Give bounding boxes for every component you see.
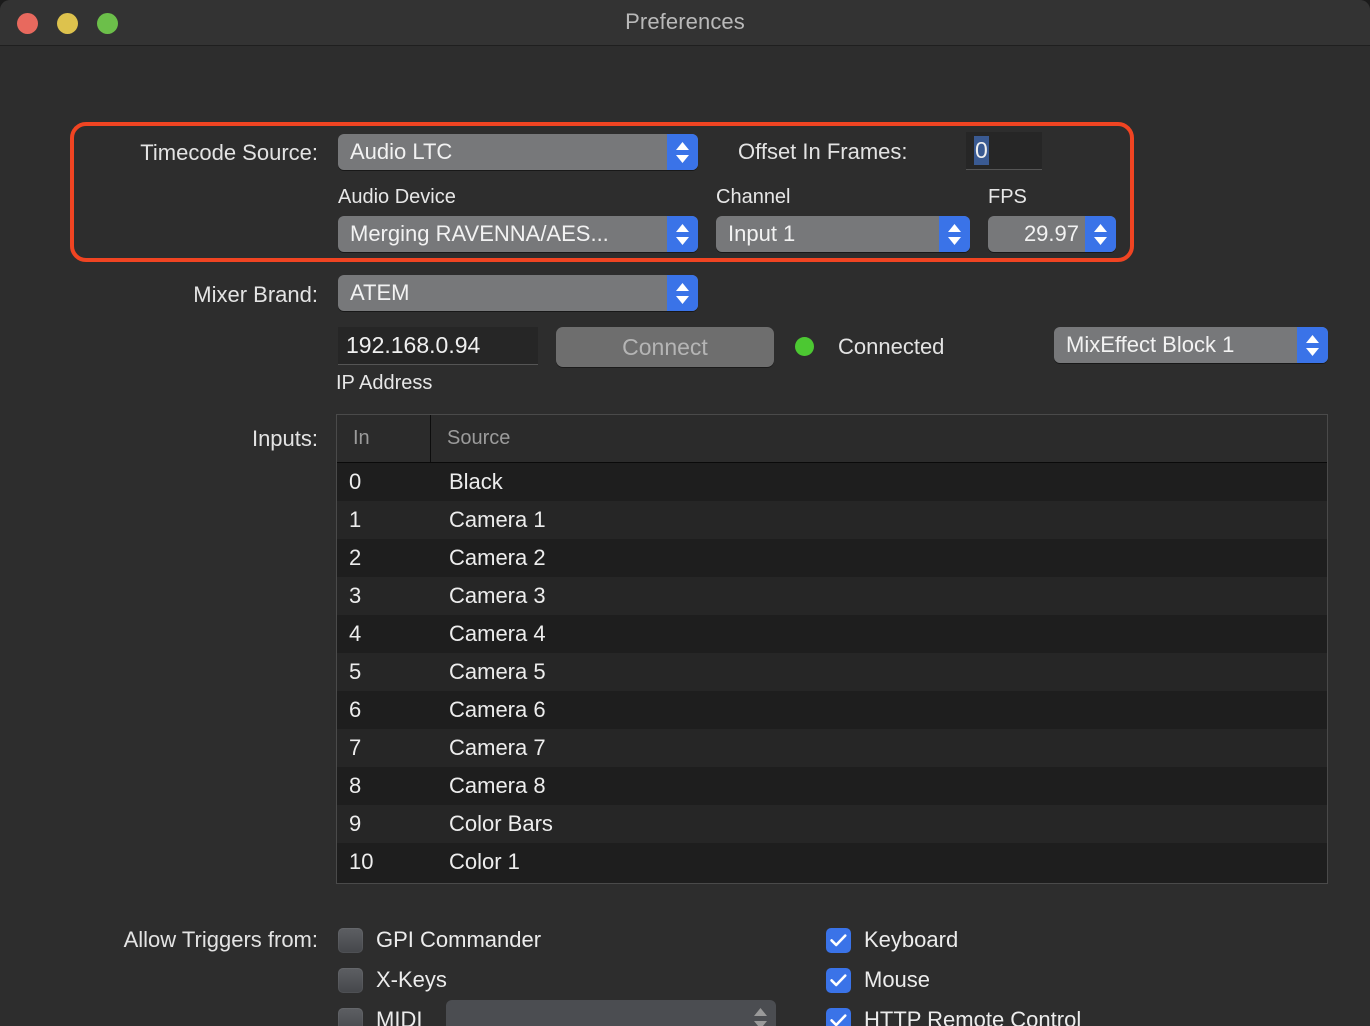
checkbox-row-http-remote-control[interactable]: HTTP Remote Control bbox=[826, 1007, 1081, 1026]
checkbox-label-mouse: Mouse bbox=[864, 967, 931, 992]
checkbox-checked-icon[interactable] bbox=[826, 967, 851, 993]
mixeffect-block-value: MixEffect Block 1 bbox=[1066, 332, 1235, 357]
table-row[interactable]: 0 Black bbox=[337, 463, 1327, 501]
inputs-table-header: In Source bbox=[337, 415, 1327, 463]
table-row[interactable]: 1 Camera 1 bbox=[337, 501, 1327, 539]
input-number: 9 bbox=[349, 811, 362, 836]
channel-select[interactable]: Input 1 bbox=[716, 216, 970, 252]
ip-address-value: 192.168.0.94 bbox=[346, 332, 481, 358]
mixer-brand-select[interactable]: ATEM bbox=[338, 275, 698, 311]
input-number: 2 bbox=[349, 545, 362, 570]
input-source-name: Camera 4 bbox=[449, 621, 546, 646]
mixeffect-block-select[interactable]: MixEffect Block 1 bbox=[1054, 327, 1328, 363]
connect-button[interactable]: Connect bbox=[556, 327, 774, 367]
window-titlebar: Preferences bbox=[0, 0, 1370, 46]
inputs-table[interactable]: In Source 0 Black 1 Camera 1 2 Camera 2 3 Camer… bbox=[336, 414, 1328, 884]
channel-value: Input 1 bbox=[728, 221, 796, 246]
checkbox-unchecked-icon[interactable] bbox=[338, 927, 363, 953]
timecode-source-value: Audio LTC bbox=[350, 139, 453, 164]
chevron-up-down-icon bbox=[1297, 327, 1328, 363]
table-row[interactable]: 4 Camera 4 bbox=[337, 615, 1327, 653]
checkbox-unchecked-icon[interactable] bbox=[338, 967, 363, 993]
chevron-up-down-icon bbox=[667, 275, 698, 311]
allow-triggers-label: Allow Triggers from: bbox=[123, 927, 318, 952]
table-row[interactable]: 8 Camera 8 bbox=[337, 767, 1327, 805]
fps-label: FPS bbox=[988, 186, 1027, 208]
input-source-name: Color Bars bbox=[449, 811, 553, 836]
audio-device-label: Audio Device bbox=[338, 186, 456, 208]
checkbox-label-midi: MIDI bbox=[376, 1007, 423, 1026]
table-row[interactable]: 7 Camera 7 bbox=[337, 729, 1327, 767]
input-number: 4 bbox=[349, 621, 362, 646]
checkbox-label-gpi-commander: GPI Commander bbox=[376, 927, 542, 952]
checkbox-row-gpi-commander[interactable]: GPI Commander bbox=[338, 927, 541, 953]
table-row[interactable]: 3 Camera 3 bbox=[337, 577, 1327, 615]
input-number: 8 bbox=[349, 773, 362, 798]
audio-device-select[interactable]: Merging RAVENNA/AES... bbox=[338, 216, 698, 252]
connection-status-indicator bbox=[795, 337, 814, 356]
window-title: Preferences bbox=[625, 9, 745, 34]
table-row[interactable]: 10 Color 1 bbox=[337, 843, 1327, 881]
midi-device-select[interactable] bbox=[446, 1000, 776, 1026]
chevron-up-down-icon bbox=[1085, 216, 1116, 252]
offset-in-frames-input[interactable]: 0 bbox=[966, 132, 1042, 170]
input-source-name: Black bbox=[449, 469, 503, 494]
inputs-table-body: 0 Black 1 Camera 1 2 Camera 2 3 Camera 3 4 Camera… bbox=[337, 463, 1327, 881]
audio-device-value: Merging RAVENNA/AES... bbox=[350, 221, 609, 246]
checkbox-unchecked-icon[interactable] bbox=[338, 1007, 363, 1026]
checkbox-checked-icon[interactable] bbox=[826, 927, 851, 953]
table-row[interactable]: 9 Color Bars bbox=[337, 805, 1327, 843]
input-number: 7 bbox=[349, 735, 362, 760]
fps-select[interactable]: 29.97 bbox=[988, 216, 1116, 252]
input-source-name: Camera 8 bbox=[449, 773, 546, 798]
inputs-label: Inputs: bbox=[251, 426, 318, 451]
checkbox-checked-icon[interactable] bbox=[826, 1007, 851, 1026]
checkbox-label-keyboard: Keyboard bbox=[864, 927, 959, 952]
chevron-up-down-icon bbox=[667, 216, 698, 252]
offset-in-frames-value: 0 bbox=[974, 136, 989, 165]
input-number: 1 bbox=[349, 507, 362, 532]
channel-label: Channel bbox=[716, 186, 791, 208]
column-header-in[interactable]: In bbox=[337, 415, 431, 462]
input-source-name: Camera 2 bbox=[449, 545, 546, 570]
input-number: 0 bbox=[349, 469, 362, 494]
checkbox-row-x-keys[interactable]: X-Keys bbox=[338, 967, 447, 993]
mixer-brand-value: ATEM bbox=[350, 280, 410, 305]
input-number: 10 bbox=[349, 849, 374, 874]
input-source-name: Camera 1 bbox=[449, 507, 546, 532]
checkbox-row-midi[interactable]: MIDI bbox=[338, 1007, 422, 1026]
input-source-name: Camera 6 bbox=[449, 697, 546, 722]
checkbox-label-http-remote-control: HTTP Remote Control bbox=[864, 1007, 1082, 1026]
input-number: 6 bbox=[349, 697, 362, 722]
input-source-name: Camera 3 bbox=[449, 583, 546, 608]
checkbox-row-keyboard[interactable]: Keyboard bbox=[826, 927, 958, 953]
checkbox-label-x-keys: X-Keys bbox=[376, 967, 447, 992]
input-number: 3 bbox=[349, 583, 362, 608]
column-header-source[interactable]: Source bbox=[431, 415, 1327, 462]
timecode-source-select[interactable]: Audio LTC bbox=[338, 134, 698, 170]
table-row[interactable]: 6 Camera 6 bbox=[337, 691, 1327, 729]
ip-address-input[interactable]: 192.168.0.94 bbox=[338, 327, 538, 365]
preferences-content: Timecode Source: Audio LTC Offset In Fra… bbox=[0, 46, 1370, 1026]
chevron-up-down-icon bbox=[745, 1000, 776, 1026]
chevron-up-down-icon bbox=[667, 134, 698, 170]
input-source-name: Camera 7 bbox=[449, 735, 546, 760]
connection-status-text: Connected bbox=[838, 334, 945, 359]
fps-value: 29.97 bbox=[1023, 221, 1079, 246]
input-number: 5 bbox=[349, 659, 362, 684]
preferences-window: Preferences Timecode Source: Audio LTC O… bbox=[0, 0, 1370, 1026]
checkbox-row-mouse[interactable]: Mouse bbox=[826, 967, 930, 993]
ip-address-caption: IP Address bbox=[336, 372, 433, 394]
mixer-brand-label: Mixer Brand: bbox=[193, 282, 318, 307]
table-row[interactable]: 5 Camera 5 bbox=[337, 653, 1327, 691]
input-source-name: Color 1 bbox=[449, 849, 520, 874]
timecode-source-label: Timecode Source: bbox=[140, 140, 318, 165]
table-row[interactable]: 2 Camera 2 bbox=[337, 539, 1327, 577]
input-source-name: Camera 5 bbox=[449, 659, 546, 684]
offset-in-frames-label: Offset In Frames: bbox=[738, 139, 908, 164]
chevron-up-down-icon bbox=[939, 216, 970, 252]
